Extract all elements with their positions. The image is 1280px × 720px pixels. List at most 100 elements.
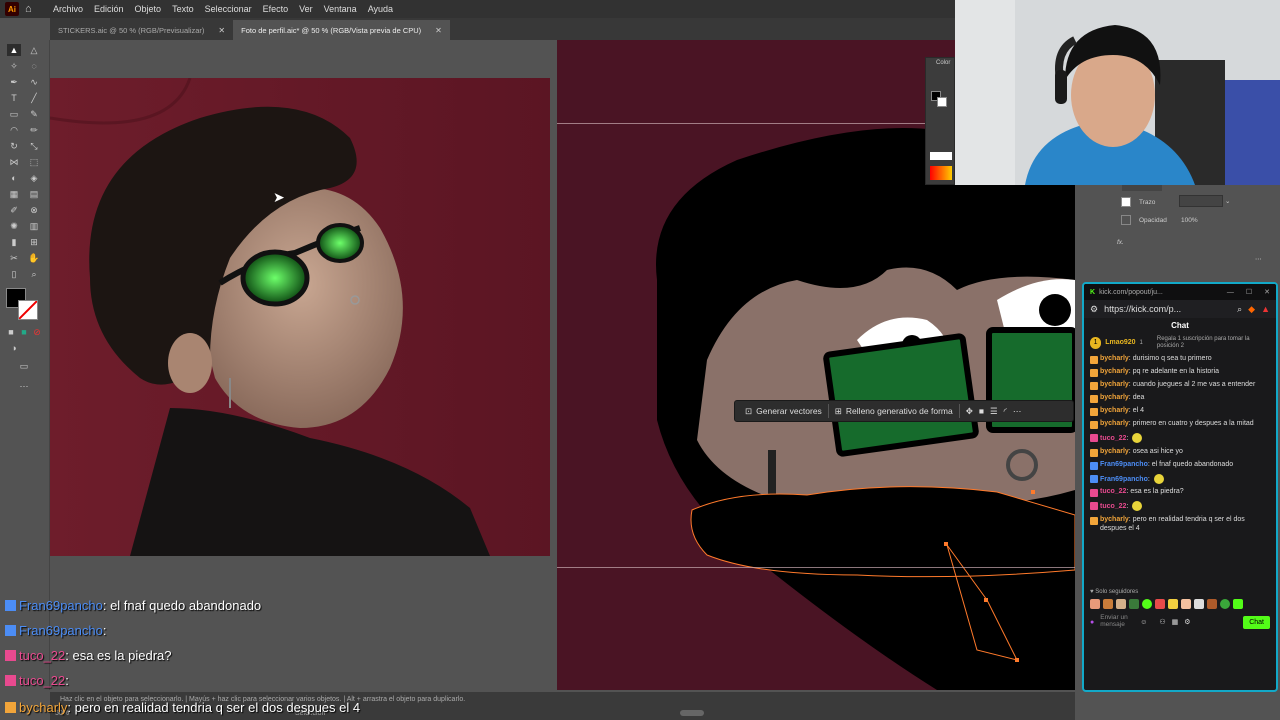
slice-tool-icon[interactable]: ✂ — [7, 252, 21, 264]
align-icon[interactable]: ☰ — [990, 406, 998, 417]
menu-objeto[interactable]: Objeto — [135, 4, 162, 14]
chat-username[interactable]: bycharly — [1100, 407, 1129, 414]
menu-archivo[interactable]: Archivo — [53, 4, 83, 14]
artboard-tool-icon[interactable]: ⊞ — [27, 236, 41, 248]
menu-ayuda[interactable]: Ayuda — [368, 4, 393, 14]
store-icon[interactable]: ▦ — [1172, 618, 1179, 626]
column-graph-icon[interactable]: ▥ — [27, 220, 41, 232]
tab-foto-de-perfil[interactable]: Foto de perfil.aic* @ 50 % (RGB/Vista pr… — [233, 20, 450, 40]
more-options-icon[interactable]: ⋯ — [1255, 255, 1262, 263]
maximize-icon[interactable]: ☐ — [1246, 288, 1252, 296]
pen-tool-icon[interactable]: ✒ — [7, 76, 21, 88]
chevron-down-icon[interactable]: ⌄ — [1225, 197, 1230, 205]
curvature-tool-icon[interactable]: ∿ — [27, 76, 41, 88]
color-spectrum[interactable] — [930, 166, 952, 180]
settings-gear-icon[interactable]: ⚙ — [1184, 618, 1190, 626]
opacity-label[interactable]: Opacidad — [1139, 217, 1167, 224]
emote[interactable] — [1194, 599, 1204, 610]
more-tools-icon[interactable]: ⋯ — [17, 380, 31, 392]
emote[interactable] — [1168, 599, 1178, 610]
shape-builder-icon[interactable]: ◐ — [7, 172, 21, 184]
chat-username[interactable]: bycharly — [1100, 394, 1129, 401]
chat-username[interactable]: bycharly — [1100, 368, 1129, 375]
menu-efecto[interactable]: Efecto — [263, 4, 289, 14]
emote[interactable] — [1116, 599, 1126, 610]
stroke-label[interactable]: Trazo — [1139, 199, 1155, 206]
more-options-icon[interactable]: ⋯ — [1013, 406, 1022, 417]
pencil-icon[interactable]: ✏ — [27, 124, 41, 136]
url-text[interactable]: https://kick.com/p... — [1104, 304, 1181, 314]
emote[interactable] — [1129, 599, 1139, 610]
type-tool-icon[interactable]: T — [7, 92, 21, 104]
emote[interactable] — [1181, 599, 1191, 610]
brave-rewards-icon[interactable]: ▲ — [1261, 304, 1270, 314]
gradient-mode-icon[interactable]: ■ — [17, 326, 31, 338]
emote[interactable] — [1103, 599, 1113, 610]
emoji-icon[interactable]: ☺ — [1140, 619, 1147, 626]
profile-photo-artboard[interactable]: ➤ — [50, 78, 550, 556]
menu-ver[interactable]: Ver — [299, 4, 313, 14]
emote[interactable] — [1233, 599, 1243, 610]
mic-icon[interactable]: ● — [1090, 619, 1094, 626]
chat-username[interactable]: tuco_22 — [1100, 488, 1126, 495]
close-icon[interactable]: ✕ — [435, 26, 442, 35]
brave-shield-icon[interactable]: ◆ — [1248, 304, 1255, 315]
menu-texto[interactable]: Texto — [172, 4, 194, 14]
site-settings-icon[interactable]: ⚙ — [1090, 304, 1098, 315]
symbol-sprayer-icon[interactable]: ✺ — [7, 220, 21, 232]
screen-mode-icon[interactable]: ▭ — [17, 360, 31, 372]
direct-selection-tool-icon[interactable]: △ — [27, 44, 41, 56]
zoom-tool-icon[interactable]: ⌕ — [27, 268, 41, 280]
menu-edicion[interactable]: Edición — [94, 4, 124, 14]
pinned-user[interactable]: Lmao920 — [1105, 339, 1135, 346]
chat-username[interactable]: bycharly — [1100, 448, 1129, 455]
stroke-weight-field[interactable] — [1179, 195, 1223, 207]
live-paint-icon[interactable]: ◈ — [27, 172, 41, 184]
selection-tool-icon[interactable]: ▲ — [7, 44, 21, 56]
magic-wand-icon[interactable]: ✧ — [7, 60, 21, 72]
round-corners-icon[interactable]: ◜ — [1004, 406, 1007, 417]
eyedropper-icon[interactable]: ✐ — [7, 204, 21, 216]
paintbrush-icon[interactable]: ✎ — [27, 108, 41, 120]
tab-stickers[interactable]: STICKERS.aic @ 50 % (RGB/Previsualizar) … — [50, 20, 233, 40]
free-transform-icon[interactable]: ⬚ — [27, 156, 41, 168]
draw-mode-icon[interactable]: ◑ — [7, 342, 21, 354]
chat-username[interactable]: bycharly — [1100, 355, 1129, 362]
color-square-icon[interactable]: ■ — [979, 406, 984, 416]
perspective-grid-icon[interactable]: ▦ — [7, 188, 21, 200]
chat-username[interactable]: bycharly — [1100, 420, 1129, 427]
gradient-tool-icon[interactable]: ▤ — [27, 188, 41, 200]
menu-ventana[interactable]: Ventana — [324, 4, 357, 14]
opacity-value[interactable]: 100% — [1181, 217, 1198, 224]
rectangle-tool-icon[interactable]: ▭ — [7, 108, 21, 120]
color-swatch-white[interactable] — [930, 152, 952, 160]
chat-message-list[interactable]: bycharly: durisimo q sea tu primero bycha… — [1084, 353, 1276, 585]
minimize-icon[interactable]: — — [1227, 289, 1234, 296]
scale-tool-icon[interactable]: ⤡ — [27, 140, 41, 152]
emote[interactable] — [1220, 599, 1230, 610]
send-chat-button[interactable]: Chat — [1243, 615, 1270, 629]
home-icon[interactable]: ⌂ — [25, 3, 39, 15]
chat-username[interactable]: bycharly — [1100, 516, 1129, 523]
width-tool-icon[interactable]: ⋈ — [7, 156, 21, 168]
blend-tool-icon[interactable]: ⊗ — [27, 204, 41, 216]
emote[interactable] — [1155, 599, 1165, 610]
lasso-icon[interactable]: ◌ — [27, 60, 41, 72]
stroke-swatch[interactable] — [937, 97, 947, 107]
generate-vectors-button[interactable]: ⊡ Generar vectores — [745, 406, 822, 417]
menu-seleccionar[interactable]: Seleccionar — [205, 4, 252, 14]
chat-input[interactable]: Enviar un mensaje — [1100, 614, 1134, 629]
rotate-tool-icon[interactable]: ↻ — [7, 140, 21, 152]
chat-username[interactable]: bycharly — [1100, 381, 1129, 388]
hand-tool-icon[interactable]: ✋ — [27, 252, 41, 264]
chat-username[interactable]: tuco_22 — [1100, 435, 1126, 442]
stroke-swatch[interactable] — [18, 300, 38, 320]
chat-username[interactable]: tuco_22 — [1100, 503, 1126, 510]
graph-tool-icon[interactable]: ▮ — [7, 236, 21, 248]
stroke-swatch[interactable] — [1121, 197, 1131, 207]
emote[interactable] — [1207, 599, 1217, 610]
users-icon[interactable]: ⚇ — [1159, 618, 1165, 626]
close-icon[interactable]: ✕ — [1264, 288, 1270, 296]
chat-username[interactable]: Fran69pancho — [1100, 476, 1148, 483]
zoom-icon[interactable]: ⌕ — [1237, 304, 1242, 315]
